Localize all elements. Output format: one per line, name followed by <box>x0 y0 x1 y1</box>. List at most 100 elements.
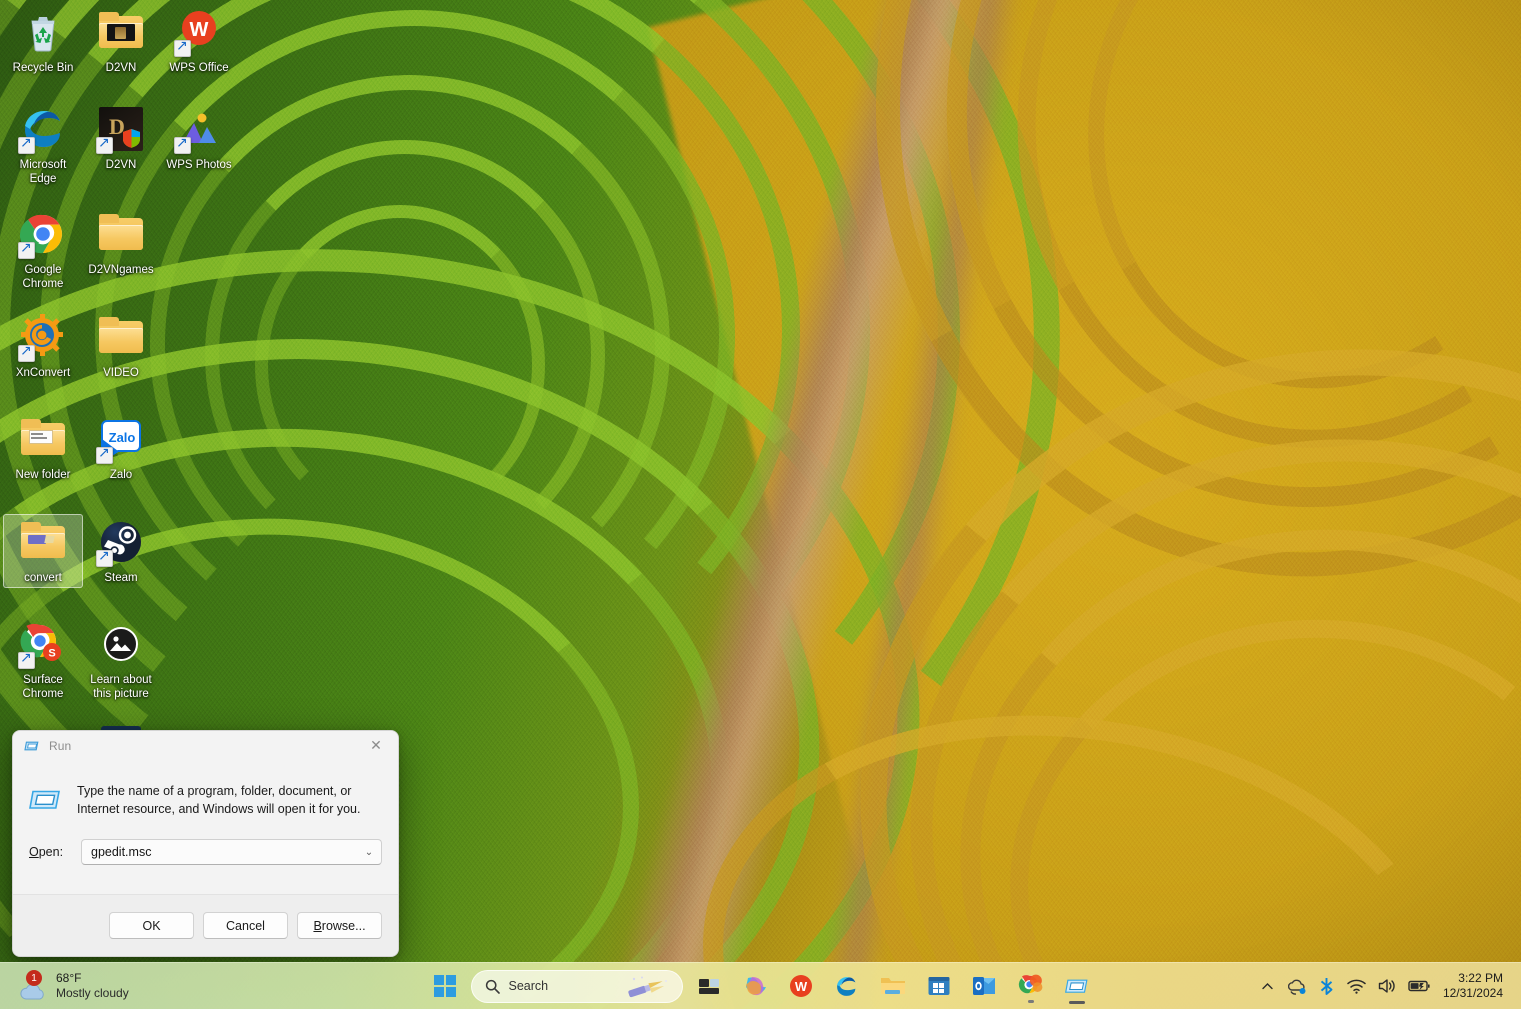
clock-date: 12/31/2024 <box>1443 986 1503 1001</box>
desktop-icon-d2vn-game[interactable]: D D2VN <box>82 105 160 173</box>
desktop-icon-label: VIDEO <box>82 365 160 381</box>
run-dialog-body: Type the name of a program, folder, docu… <box>13 761 398 865</box>
chrome-button[interactable] <box>1011 966 1051 1006</box>
desktop-icon-label: WPS Photos <box>160 157 238 173</box>
folder-d2vn-icon <box>97 8 145 56</box>
desktop-icon-d2vn-folder[interactable]: D2VN <box>82 8 160 76</box>
zalo-icon: Zalo <box>97 415 145 463</box>
recycle-bin-icon <box>19 8 67 56</box>
cancel-button[interactable]: Cancel <box>203 912 288 939</box>
clock-widget[interactable]: 3:22 PM 12/31/2024 <box>1437 971 1513 1001</box>
onedrive-icon <box>1288 978 1307 995</box>
volume-button[interactable] <box>1373 967 1401 1005</box>
chevron-up-icon <box>1261 980 1274 993</box>
desktop-icon-video-folder[interactable]: VIDEO <box>82 313 160 381</box>
shortcut-overlay-icon <box>174 137 191 154</box>
run-taskbar-button[interactable] <box>1057 966 1097 1006</box>
svg-text:W: W <box>190 19 209 41</box>
desktop-icon-steam[interactable]: Steam <box>82 518 160 586</box>
battery-button[interactable] <box>1403 967 1435 1005</box>
desktop-icon-microsoft-edge[interactable]: Microsoft Edge <box>4 105 82 187</box>
microsoft-store-icon <box>927 974 951 998</box>
shortcut-overlay-icon <box>96 137 113 154</box>
microsoft-store-button[interactable] <box>919 966 959 1006</box>
show-hidden-icons-button[interactable] <box>1255 967 1281 1005</box>
onedrive-button[interactable] <box>1283 967 1312 1005</box>
google-chrome-icon <box>1018 973 1044 999</box>
chevron-down-icon[interactable]: ⌄ <box>357 847 381 858</box>
desktop-icon-new-folder[interactable]: New folder <box>4 415 82 483</box>
browse-button[interactable]: Browse... <box>297 912 382 939</box>
outlook-button[interactable] <box>965 966 1005 1006</box>
run-icon <box>1065 974 1089 998</box>
wps-photos-icon <box>175 105 223 153</box>
desktop-icon-label: convert <box>4 570 82 586</box>
search-icon <box>485 979 500 994</box>
start-button[interactable] <box>425 966 465 1006</box>
desktop-icon-learn-about-picture[interactable]: Learn about this picture <box>82 620 160 702</box>
svg-text:Zalo: Zalo <box>109 430 136 445</box>
surface-chrome-icon: S <box>19 620 67 668</box>
desktop-icon-wps-office[interactable]: W WPS Office <box>160 8 238 76</box>
desktop-icon-zalo[interactable]: Zalo Zalo <box>82 415 160 483</box>
battery-icon <box>1408 979 1430 993</box>
open-input-value[interactable]: gpedit.msc <box>82 845 357 859</box>
search-decoration-icon <box>626 975 674 1001</box>
desktop-icon-label: Steam <box>82 570 160 586</box>
desktop-icon-label: Learn about this picture <box>82 672 160 702</box>
taskbar: 1 68°F Mostly cloudy <box>0 962 1521 1009</box>
ok-button[interactable]: OK <box>109 912 194 939</box>
run-open-row: Open: gpedit.msc ⌄ <box>29 839 382 865</box>
d2vn-game-icon: D <box>97 105 145 153</box>
desktop-icon-label: Microsoft Edge <box>4 157 82 187</box>
wifi-icon <box>1347 978 1366 994</box>
desktop-icon-wps-photos[interactable]: WPS Photos <box>160 105 238 173</box>
desktop-icon-convert-folder[interactable]: convert <box>4 518 82 586</box>
copilot-button[interactable] <box>735 966 775 1006</box>
close-icon[interactable]: ✕ <box>354 731 398 761</box>
bluetooth-icon <box>1319 977 1334 995</box>
desktop-icon-d2vngames[interactable]: D2VNgames <box>82 210 160 278</box>
open-combobox[interactable]: gpedit.msc ⌄ <box>81 839 382 865</box>
desktop-icon-surface-chrome[interactable]: S Surface Chrome <box>4 620 82 702</box>
desktop-icon-google-chrome[interactable]: Google Chrome <box>4 210 82 292</box>
shortcut-overlay-icon <box>174 40 191 57</box>
svg-text:W: W <box>794 979 807 994</box>
search-box[interactable]: Search <box>471 970 683 1003</box>
desktop-icon-label: D2VN <box>82 157 160 173</box>
microsoft-edge-icon <box>19 105 67 153</box>
clock-time: 3:22 PM <box>1443 971 1503 986</box>
notification-badge: 1 <box>26 970 42 986</box>
run-dialog[interactable]: Run ✕ Type the name of a program, folder… <box>12 730 399 957</box>
shortcut-overlay-icon <box>96 447 113 464</box>
learn-about-picture-icon <box>97 620 145 668</box>
steam-icon <box>97 518 145 566</box>
desktop-icon-label: Recycle Bin <box>4 60 82 76</box>
desktop-icon-label: Google Chrome <box>4 262 82 292</box>
desktop-icon-recycle-bin[interactable]: Recycle Bin <box>4 8 82 76</box>
desktop-icon-label: Zalo <box>82 467 160 483</box>
run-program-icon <box>29 783 62 816</box>
svg-text:S: S <box>48 648 55 660</box>
system-tray: 3:22 PM 12/31/2024 <box>1255 963 1513 1009</box>
shortcut-overlay-icon <box>18 137 35 154</box>
folder-icon <box>97 210 145 258</box>
run-dialog-titlebar[interactable]: Run ✕ <box>13 731 398 761</box>
file-explorer-icon <box>880 974 906 998</box>
desktop-screen: Recycle Bin D2VN W WPS Office <box>0 0 1521 1009</box>
xnconvert-icon <box>19 313 67 361</box>
edge-button[interactable] <box>827 966 867 1006</box>
folder-icon <box>97 313 145 361</box>
file-explorer-button[interactable] <box>873 966 913 1006</box>
desktop-icon-label: XnConvert <box>4 365 82 381</box>
folder-docs-icon <box>19 415 67 463</box>
bluetooth-button[interactable] <box>1314 967 1340 1005</box>
wps-office-icon: W <box>789 974 813 998</box>
desktop-icon-label: New folder <box>4 467 82 483</box>
taskview-button[interactable] <box>689 966 729 1006</box>
wps-office-button[interactable]: W <box>781 966 821 1006</box>
wifi-button[interactable] <box>1342 967 1371 1005</box>
desktop-icon-xnconvert[interactable]: XnConvert <box>4 313 82 381</box>
desktop-icon-label: D2VNgames <box>82 262 160 278</box>
copilot-icon <box>742 973 768 999</box>
